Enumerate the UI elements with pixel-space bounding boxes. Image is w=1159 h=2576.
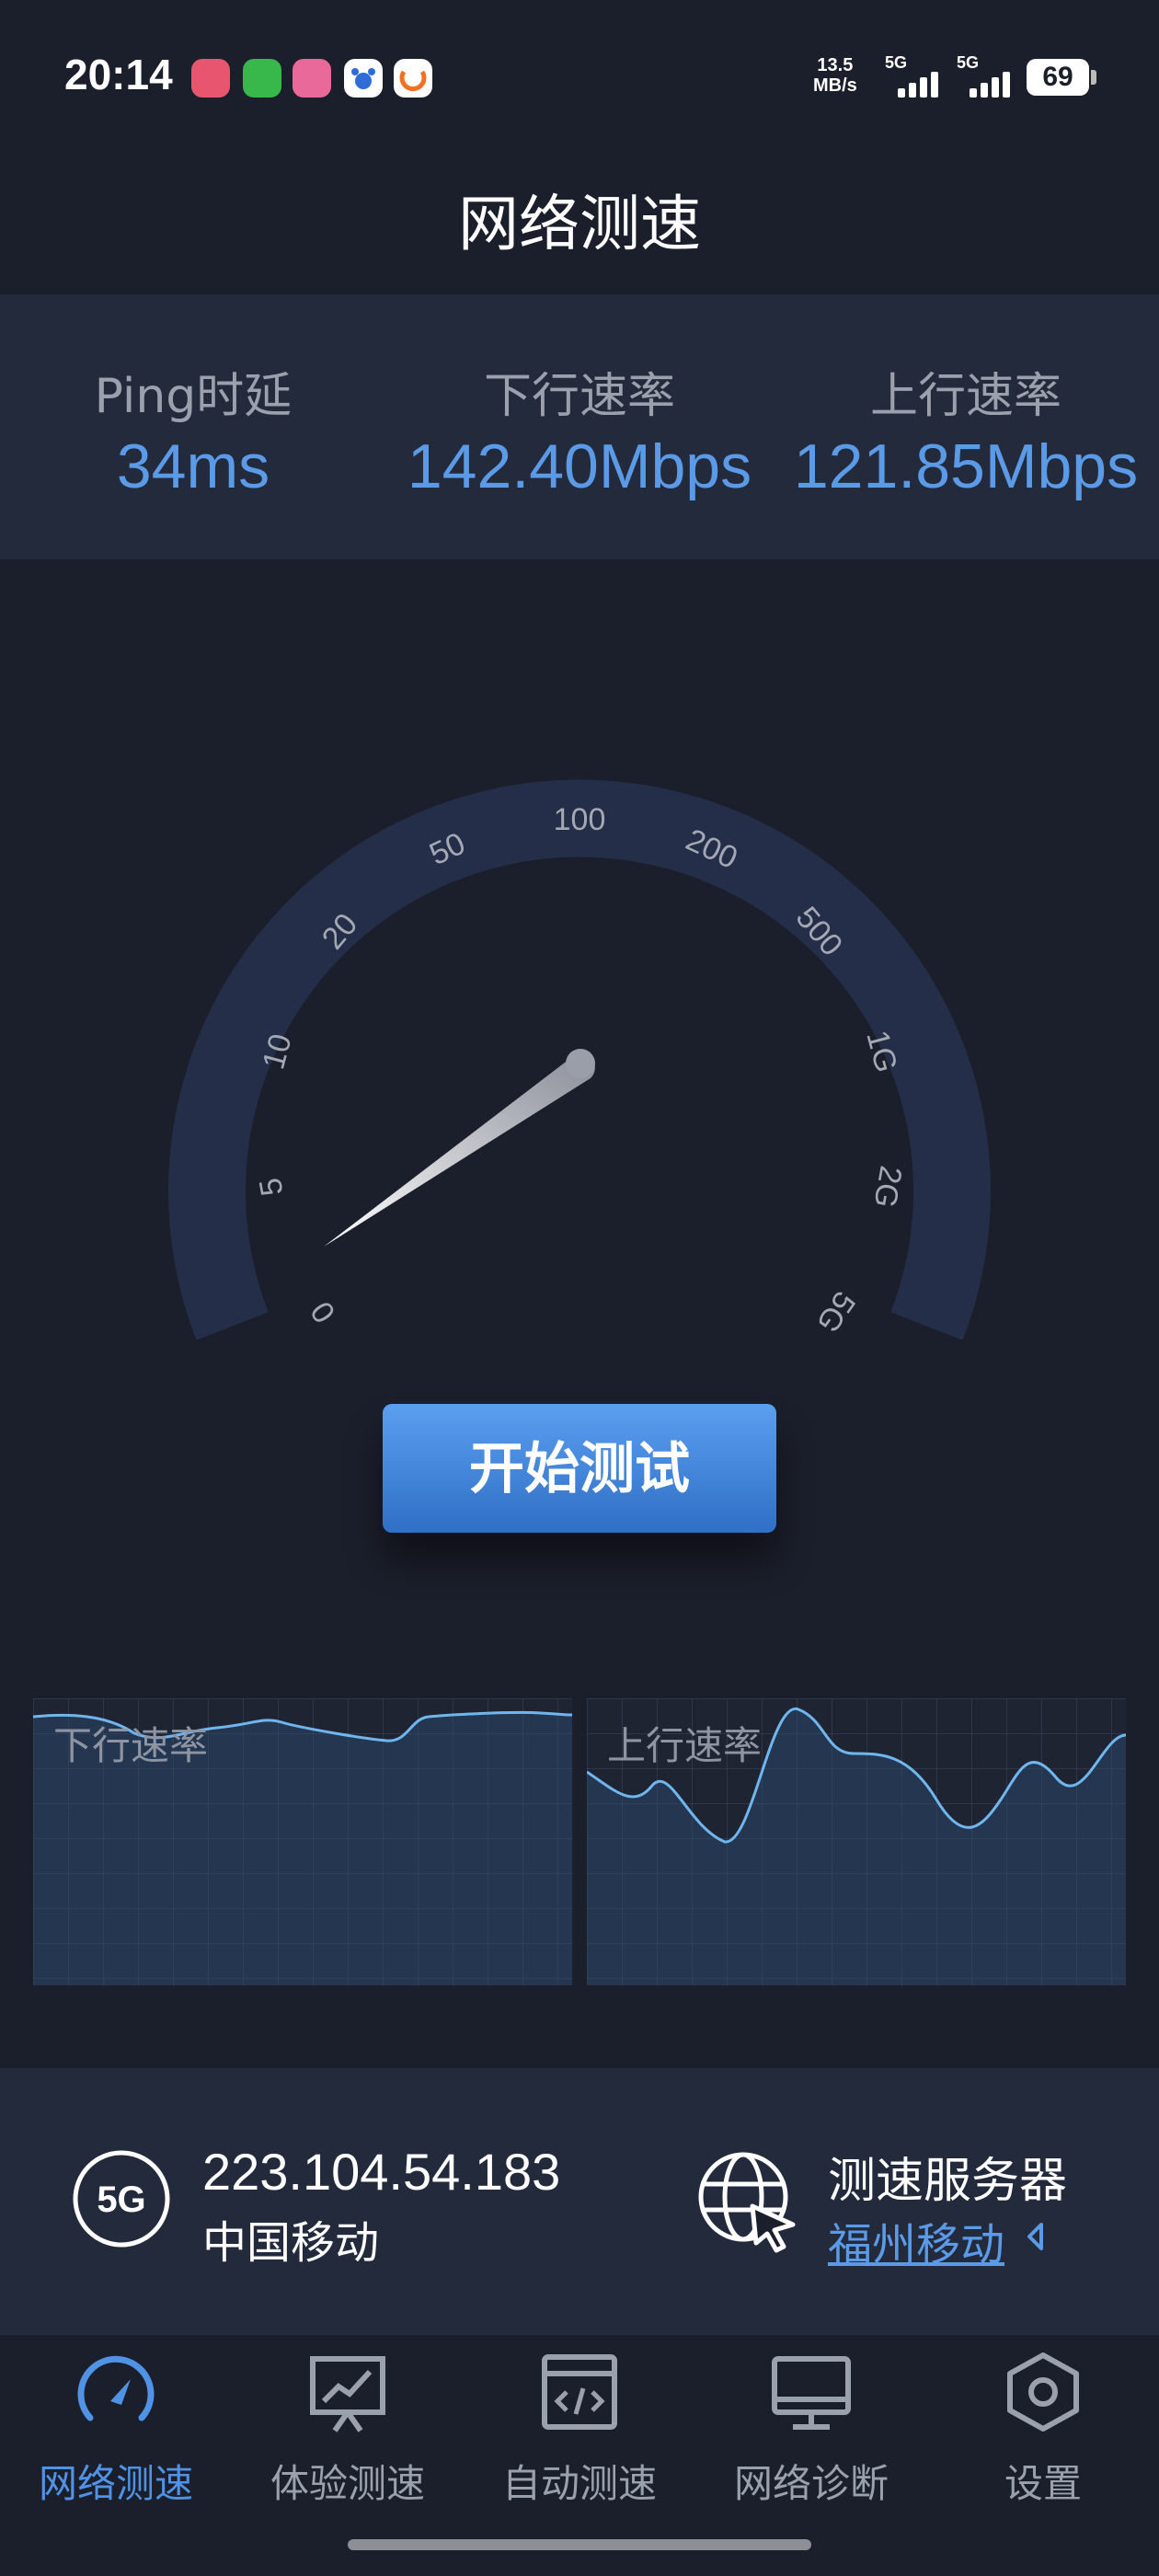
carrier-name: 中国移动 (202, 2217, 380, 2269)
netease-music-icon (191, 59, 230, 98)
nav-label-network-diagnosis: 网络诊断 (733, 2461, 889, 2506)
status-bar: 20:14 13.5 MB/s 5G 5G 69 (0, 0, 1159, 138)
upload-rate-chart: 上行速率 (586, 1698, 1127, 1985)
nav-settings[interactable]: 设置 (927, 2346, 1159, 2512)
download-chart-label: 下行速率 (53, 1723, 209, 1768)
gauge-needle-hub (566, 1049, 595, 1078)
download-rate-chart: 下行速率 (32, 1698, 573, 1985)
gauge-tick-label: 2G (866, 1163, 908, 1210)
baidu-icon (344, 59, 383, 98)
stats-panel: Ping时延 34ms 下行速率 142.40Mbps 上行速率 121.85M… (0, 294, 1159, 559)
network-speed-indicator: 13.5 MB/s (813, 55, 857, 96)
bilibili-icon (293, 59, 331, 98)
home-indicator (348, 2539, 811, 2550)
code-window-icon (542, 2354, 617, 2430)
start-test-button[interactable]: 开始测试 (383, 1404, 776, 1533)
nav-experience-test[interactable]: 体验测速 (232, 2346, 464, 2512)
download-value: 142.40Mbps (407, 431, 752, 501)
upload-value: 121.85Mbps (793, 431, 1139, 501)
speedometer-icon (77, 2355, 155, 2421)
battery-icon: 69 (1027, 59, 1089, 96)
gauge-needle (324, 1052, 595, 1247)
gauge-tick-label: 100 (554, 802, 606, 837)
gauge-tick-label: 5G (809, 1285, 862, 1340)
nav-label-settings: 设置 (1004, 2461, 1082, 2506)
server-select-link[interactable]: 福州移动 (828, 2208, 1004, 2272)
chevron-left-icon[interactable] (1025, 2221, 1045, 2252)
sim2-signal-icon (957, 61, 1021, 98)
upload-label: 上行速率 (869, 369, 1061, 424)
server-title: 测速服务器 (828, 2154, 1068, 2209)
settings-hexagon-icon (1007, 2352, 1079, 2432)
monitor-icon (772, 2356, 851, 2430)
speed-gauge: 051020501002005001G2G5G (168, 779, 991, 1340)
gauge-tick-label: 10 (256, 1030, 298, 1073)
chart-board-icon (310, 2356, 385, 2432)
nav-label-auto-test: 自动测速 (501, 2461, 657, 2506)
globe-cursor-icon (698, 2152, 796, 2253)
nav-label-speed-test: 网络测速 (38, 2461, 193, 2506)
page-title: 网络测速 (458, 189, 701, 259)
battery-tip (1091, 70, 1096, 85)
status-time: 20:14 (64, 51, 173, 98)
nav-network-diagnosis[interactable]: 网络诊断 (695, 2346, 927, 2512)
nav-label-experience-test: 体验测速 (270, 2461, 425, 2506)
upload-chart-label: 上行速率 (607, 1723, 763, 1768)
gauge-tick-label: 0 (304, 1294, 342, 1328)
ping-value: 34ms (116, 431, 270, 501)
gauge-tick-label: 5 (253, 1175, 291, 1198)
download-label: 下行速率 (483, 369, 675, 424)
wechat-icon (243, 59, 281, 98)
5g-badge-text: 5G (97, 2179, 145, 2220)
5g-badge-icon: 5G (73, 2150, 170, 2248)
ip-address: 223.104.54.183 (202, 2143, 561, 2201)
ping-label: Ping时延 (94, 369, 293, 424)
nav-auto-test[interactable]: 自动测速 (464, 2346, 695, 2512)
sim1-signal-icon (885, 61, 949, 98)
nav-speed-test[interactable]: 网络测速 (0, 2346, 232, 2512)
didi-icon (394, 59, 432, 98)
